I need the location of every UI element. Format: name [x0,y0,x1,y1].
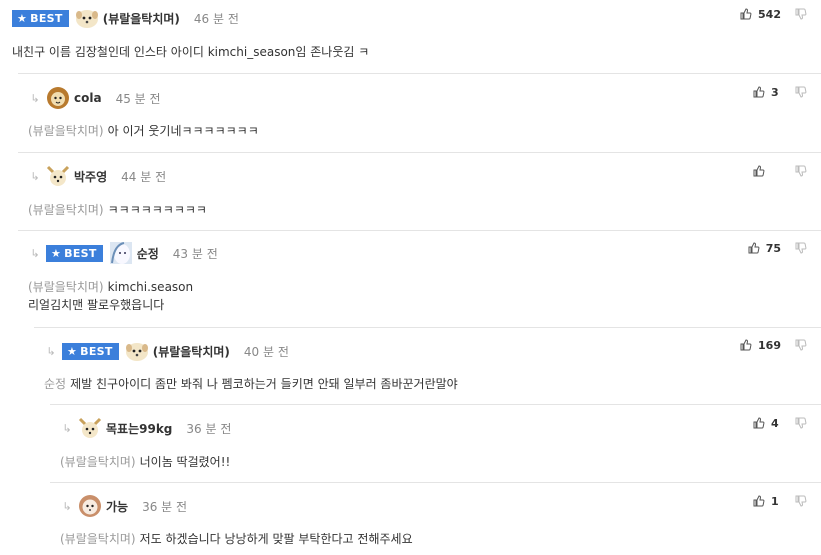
comment-reply: ↳ cola 45 분 전 3 (뷰랄을탁치며) 아 이거 웃기네ㅋㅋㅋㅋㅋㅋㅋ [18,73,821,152]
mention[interactable]: (뷰랄을탁치며) [60,455,136,469]
best-badge: ★ BEST [12,9,69,27]
comment-reply: ↳ 목표는99kg 36 분 전 4 (뷰랄을탁치며) 너이놈 딱걸렸어!! [50,404,821,482]
mention[interactable]: 순정 [44,377,66,391]
thumbs-up-icon[interactable] [753,417,765,429]
comment-author[interactable]: 박주영 [74,168,107,185]
upvote-count: 75 [765,241,781,255]
best-badge: ★ BEST [46,244,103,262]
thumbs-down-icon[interactable] [795,417,807,429]
thumbs-down-icon[interactable] [795,339,807,351]
avatar [78,417,102,438]
upvote-count: 4 [771,416,779,430]
thumbs-up-icon[interactable] [753,495,765,507]
upvote-count: 542 [758,7,781,21]
mention[interactable]: (뷰랄을탁치며) [28,203,104,217]
comment-author[interactable]: 가능 [106,498,128,515]
avatar [79,495,101,517]
thumbs-down-icon[interactable] [795,495,807,507]
comment-author[interactable]: 순정 [137,245,159,262]
comment-time: 46 분 전 [193,11,239,26]
star-icon: ★ [17,11,28,25]
comment-author[interactable]: (뷰랄을탁치며) [103,10,180,27]
thumbs-down-icon[interactable] [795,8,807,20]
comment-author[interactable]: (뷰랄을탁치며) [153,343,230,360]
avatar [125,343,148,361]
thumbs-up-icon[interactable] [753,165,765,177]
comment-body: (뷰랄을탁치며) ㅋㅋㅋㅋㅋㅋㅋㅋㅋ [28,203,207,217]
comment-time: 44 분 전 [121,169,167,184]
reply-arrow-icon: ↳ [30,246,40,260]
thumbs-up-icon[interactable] [753,86,765,98]
comment-body: (뷰랄을탁치며) kimchi.season 리얼김치맨 팔로우했읍니다 [28,280,194,312]
thumbs-up-icon[interactable] [748,242,760,254]
reply-arrow-icon: ↳ [62,421,72,435]
thumbs-down-icon[interactable] [795,242,807,254]
comment-body: (뷰랄을탁치며) 저도 하겠습니다 낭낭하게 맞팔 부탁한다고 전해주세요 [60,532,413,546]
comment-author[interactable]: 목표는99kg [106,420,172,437]
mention[interactable]: (뷰랄을탁치며) [28,124,104,138]
upvote-count: 1 [771,494,779,508]
comment-reply: ↳ ★ BEST 순정 43 분 전 75 (뷰랄을탁치며) kimchi.seas… [18,230,821,327]
star-icon: ★ [67,344,78,358]
comment-body: 내친구 이름 김장철인데 인스타 아이디 kimchi_season임 존나웃김… [12,45,370,59]
mention[interactable]: (뷰랄을탁치며) [28,280,104,294]
comment-reply: ↳ 박주영 44 분 전 (뷰랄을탁치며) ㅋㅋㅋㅋㅋㅋㅋㅋㅋ [18,152,821,230]
comment-time: 36 분 전 [186,421,232,436]
best-badge: ★ BEST [62,342,119,360]
comment-time: 40 분 전 [243,344,289,359]
avatar [109,242,132,264]
comment-time: 45 분 전 [115,91,161,106]
avatar [46,165,70,186]
avatar [47,87,69,109]
comment-body: (뷰랄을탁치며) 너이놈 딱걸렸어!! [60,455,231,469]
comment-body: (뷰랄을탁치며) 아 이거 웃기네ㅋㅋㅋㅋㅋㅋㅋ [28,124,259,138]
star-icon: ★ [51,246,62,260]
comment-time: 43 분 전 [172,246,218,261]
mention[interactable]: (뷰랄을탁치며) [60,532,136,546]
reply-arrow-icon: ↳ [30,169,40,183]
comment-body: 순정 제발 친구아이디 좀만 봐줘 나 펨코하는거 들키면 안돼 일부러 좀바꾼거… [44,377,458,391]
upvote-count: 3 [771,85,779,99]
reply-arrow-icon: ↳ [30,91,40,105]
thumbs-up-icon[interactable] [740,8,752,20]
comment-item: ★ BEST (뷰랄을탁치며) 46 분 전 542 내친구 이름 김장철인데 인… [0,0,821,73]
upvote-count: 169 [758,338,781,352]
thumbs-down-icon[interactable] [795,86,807,98]
comment-author[interactable]: cola [74,91,102,105]
reply-arrow-icon: ↳ [46,344,56,358]
thumbs-up-icon[interactable] [740,339,752,351]
avatar [75,10,98,28]
comment-reply: ↳ 가능 36 분 전 1 (뷰랄을탁치며) 저도 하겠습니다 낭낭하게 맞팔 부… [50,482,821,555]
reply-arrow-icon: ↳ [62,499,72,513]
comment-reply: ↳ ★ BEST (뷰랄을탁치며) 40 분 전 169 순정 제발 친구아이디 좀… [34,327,821,404]
thumbs-down-icon[interactable] [795,165,807,177]
comment-time: 36 분 전 [142,499,188,514]
